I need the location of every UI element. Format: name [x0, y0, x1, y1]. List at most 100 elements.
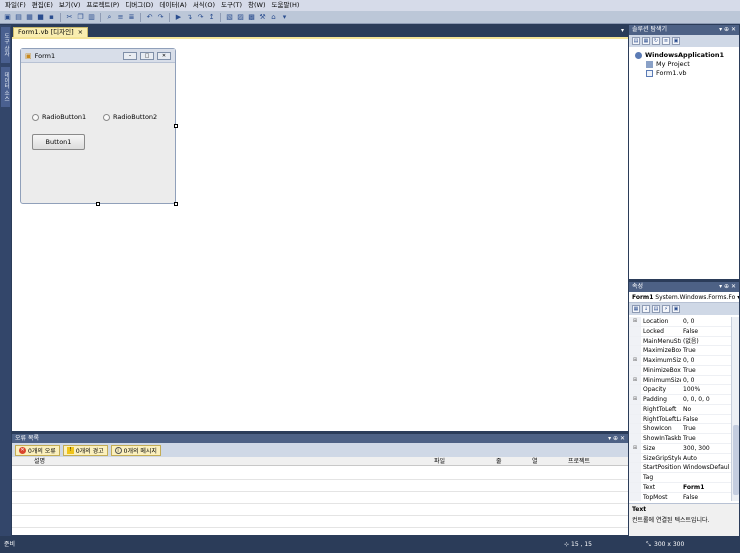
- menu-item[interactable]: 파일(F): [2, 0, 29, 11]
- view-designer-icon[interactable]: ▣: [672, 37, 680, 45]
- properties-view-icon[interactable]: ▤: [652, 305, 660, 313]
- resize-handle-right[interactable]: [174, 124, 178, 128]
- menu-item[interactable]: 보기(V): [56, 0, 83, 11]
- property-value[interactable]: True: [683, 366, 729, 376]
- categorized-icon[interactable]: ▦: [632, 305, 640, 313]
- column-line[interactable]: 줄: [496, 457, 502, 466]
- property-row[interactable]: MinimizeBox True: [629, 365, 739, 376]
- property-row[interactable]: Text Form1: [629, 482, 739, 493]
- toolbar-options-icon[interactable]: ▾: [280, 13, 289, 22]
- toolbox-icon[interactable]: ⚒: [258, 13, 267, 22]
- property-row[interactable]: ⊞ MaximumSize 0, 0: [629, 356, 739, 366]
- object-selector[interactable]: Form1 System.Windows.Forms.Fo ▾: [629, 292, 739, 303]
- scrollbar-thumb[interactable]: [733, 425, 739, 495]
- cut-icon[interactable]: ✂: [65, 13, 74, 22]
- expand-icon[interactable]: [629, 385, 641, 394]
- column-project[interactable]: 프로젝트: [568, 457, 590, 466]
- expand-icon[interactable]: [629, 463, 641, 472]
- minimize-icon[interactable]: –: [123, 51, 137, 60]
- property-pages-icon[interactable]: ▣: [672, 305, 680, 313]
- property-value[interactable]: True: [683, 434, 729, 444]
- undo-icon[interactable]: ↶: [145, 13, 154, 22]
- close-icon[interactable]: ✕: [157, 51, 171, 60]
- menu-item[interactable]: 도구(T): [218, 0, 245, 11]
- property-value[interactable]: 0, 0, 0, 0: [683, 395, 729, 405]
- expand-icon[interactable]: [629, 434, 641, 443]
- errors-filter-button[interactable]: ✕ 0개의 오류: [15, 444, 60, 456]
- new-project-icon[interactable]: ▣: [3, 13, 12, 22]
- expand-icon[interactable]: ⊞: [629, 443, 641, 453]
- expand-icon[interactable]: [629, 404, 641, 414]
- property-value[interactable]: Auto: [683, 454, 729, 464]
- expand-icon[interactable]: ⊞: [629, 395, 641, 404]
- view-code-icon[interactable]: ≡: [662, 37, 670, 45]
- property-value[interactable]: 0, 0: [683, 356, 729, 366]
- expand-icon[interactable]: [629, 326, 641, 336]
- expand-icon[interactable]: ⊞: [629, 356, 641, 365]
- tree-item-form1[interactable]: Form1.vb: [646, 69, 687, 77]
- property-row[interactable]: ⊞ Size 300, 300: [629, 443, 739, 454]
- menu-item[interactable]: 편집(E): [29, 0, 56, 11]
- property-row[interactable]: ⊞ MinimumSize 0, 0: [629, 375, 739, 386]
- add-item-icon[interactable]: ▦: [25, 13, 34, 22]
- property-row[interactable]: MainMenuStr (없음): [629, 336, 739, 347]
- expand-icon[interactable]: ⊞: [629, 317, 641, 326]
- save-icon[interactable]: ■: [36, 13, 45, 22]
- menu-item[interactable]: 프로젝트(P): [83, 0, 122, 11]
- tab-form1-designer[interactable]: Form1.vb [디자인] ×: [13, 27, 89, 37]
- property-row[interactable]: StartPosition WindowsDefaul: [629, 463, 739, 473]
- maximize-icon[interactable]: □: [140, 51, 154, 60]
- column-description[interactable]: 설명: [34, 457, 45, 466]
- property-value[interactable]: WindowsDefaul: [683, 463, 729, 473]
- document-dropdown-icon[interactable]: ▾: [621, 27, 624, 34]
- property-value[interactable]: No: [683, 405, 729, 415]
- open-file-icon[interactable]: ▤: [14, 13, 23, 22]
- property-value[interactable]: (없음): [683, 337, 729, 347]
- expand-icon[interactable]: [629, 473, 641, 482]
- menu-item[interactable]: 서식(O): [190, 0, 218, 11]
- property-row[interactable]: ⊞ Location 0, 0: [629, 317, 739, 327]
- property-value[interactable]: True: [683, 346, 729, 356]
- property-value[interactable]: 0, 0: [683, 317, 729, 327]
- uncomment-icon[interactable]: ≣: [127, 13, 136, 22]
- column-column[interactable]: 열: [532, 457, 538, 466]
- menu-item[interactable]: 데이터(A): [156, 0, 189, 11]
- show-all-files-icon[interactable]: ▦: [642, 37, 650, 45]
- property-value[interactable]: Form1: [683, 483, 729, 493]
- radio-button-2[interactable]: RadioButton2: [103, 113, 157, 121]
- resize-handle-corner[interactable]: [174, 202, 178, 206]
- close-icon[interactable]: ×: [78, 28, 83, 37]
- property-row[interactable]: SizeGripStyle Auto: [629, 453, 739, 464]
- properties-window-icon[interactable]: ▨: [236, 13, 245, 22]
- property-value[interactable]: False: [683, 327, 729, 337]
- find-icon[interactable]: ⌕: [105, 13, 114, 22]
- events-icon[interactable]: ⚡: [662, 305, 670, 313]
- copy-icon[interactable]: ❐: [76, 13, 85, 22]
- step-out-icon[interactable]: ↥: [207, 13, 216, 22]
- expand-icon[interactable]: [629, 492, 641, 501]
- property-row[interactable]: Locked False: [629, 326, 739, 337]
- property-row[interactable]: ShowInTaskb True: [629, 434, 739, 444]
- tree-item-my-project[interactable]: My Project: [646, 60, 690, 68]
- paste-icon[interactable]: ▥: [87, 13, 96, 22]
- menu-item[interactable]: 창(W): [245, 0, 268, 11]
- property-value[interactable]: 0, 0: [683, 376, 729, 386]
- tree-item-solution[interactable]: WindowsApplication1: [635, 51, 724, 59]
- property-value[interactable]: False: [683, 493, 729, 502]
- property-value[interactable]: 300, 300: [683, 444, 729, 454]
- expand-icon[interactable]: ⊞: [629, 375, 641, 385]
- properties-icon[interactable]: ▤: [632, 37, 640, 45]
- toolbox-tab[interactable]: 도구 상자: [1, 27, 10, 63]
- property-row[interactable]: RightToLeftLa False: [629, 414, 739, 425]
- resize-handle-bottom[interactable]: [96, 202, 100, 206]
- messages-filter-button[interactable]: i 0개의 메시지: [110, 444, 161, 456]
- expand-icon[interactable]: [629, 414, 641, 424]
- expand-icon[interactable]: [629, 482, 641, 492]
- comment-icon[interactable]: ≡: [116, 13, 125, 22]
- start-page-icon[interactable]: ⌂: [269, 13, 278, 22]
- refresh-icon[interactable]: ↻: [652, 37, 660, 45]
- warnings-filter-button[interactable]: ! 0개의 경고: [62, 444, 108, 456]
- panel-window-controls[interactable]: ▾ ⊕ ✕: [608, 434, 625, 443]
- expand-icon[interactable]: [629, 346, 641, 355]
- menu-item[interactable]: 도움말(H): [268, 0, 302, 11]
